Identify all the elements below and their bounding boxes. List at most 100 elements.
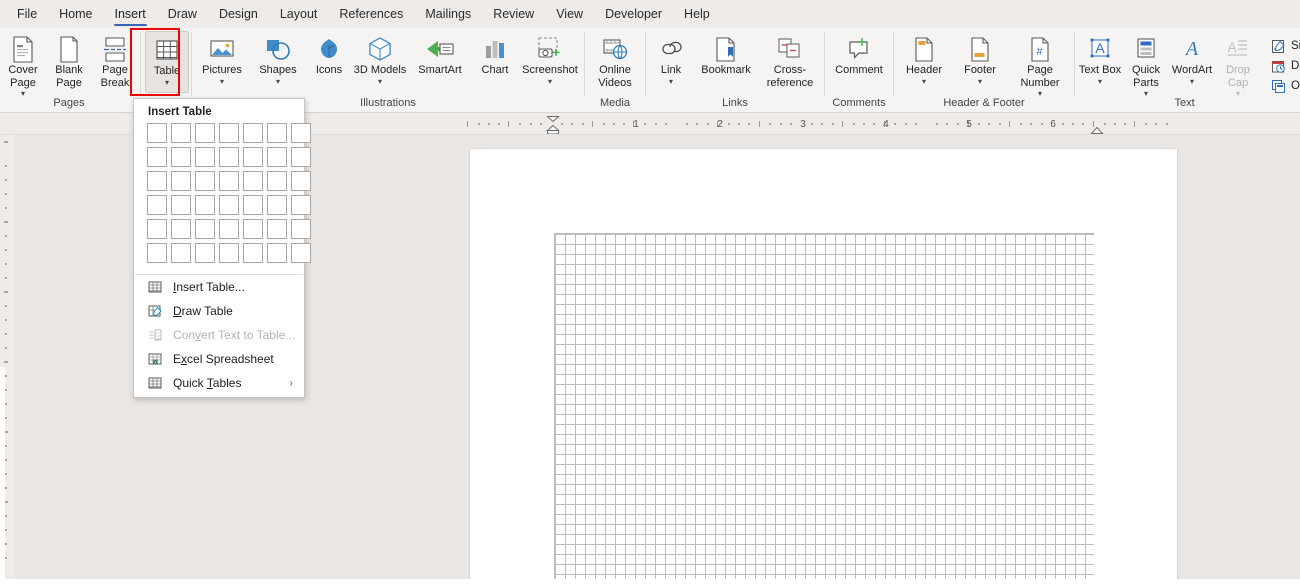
grid-cell[interactable] xyxy=(219,195,239,215)
chevron-down-icon[interactable]: ▾ xyxy=(548,77,552,87)
grid-cell[interactable] xyxy=(219,147,239,167)
tab-design[interactable]: Design xyxy=(208,0,269,28)
3d-models-button[interactable]: 3D Models ▾ xyxy=(352,31,408,93)
blank-page-button[interactable]: Blank Page xyxy=(46,31,92,93)
quick-parts-button[interactable]: Quick Parts ▾ xyxy=(1123,31,1169,99)
grid-cell[interactable] xyxy=(219,123,239,143)
grid-cell[interactable] xyxy=(243,219,263,239)
tab-review[interactable]: Review xyxy=(482,0,545,28)
chevron-down-icon[interactable]: ▾ xyxy=(669,77,673,87)
page-number-button[interactable]: # Page Number ▾ xyxy=(1008,31,1072,99)
grid-cell[interactable] xyxy=(291,243,311,263)
grid-cell[interactable] xyxy=(147,147,167,167)
header-button[interactable]: Header ▾ xyxy=(896,31,952,93)
wordart-button[interactable]: A WordArt ▾ xyxy=(1169,31,1215,93)
grid-cell[interactable] xyxy=(219,243,239,263)
chevron-down-icon[interactable]: ▾ xyxy=(1098,77,1102,87)
chevron-down-icon[interactable]: ▾ xyxy=(165,78,169,88)
cover-page-button[interactable]: Cover Page ▾ xyxy=(0,31,46,99)
tab-insert[interactable]: Insert xyxy=(104,0,157,28)
chevron-down-icon[interactable]: ▾ xyxy=(922,77,926,87)
menu-item-convert-text-to-table[interactable]: Convert Text to Table... xyxy=(134,323,304,347)
tab-references[interactable]: References xyxy=(328,0,414,28)
grid-cell[interactable] xyxy=(291,123,311,143)
grid-cell[interactable] xyxy=(243,123,263,143)
grid-cell[interactable] xyxy=(243,195,263,215)
chevron-down-icon[interactable]: ▾ xyxy=(978,77,982,87)
grid-cell[interactable] xyxy=(243,171,263,191)
menu-item-label: Quick Tables xyxy=(173,376,242,390)
menu-item-quick-tables[interactable]: Quick Tables › xyxy=(134,371,304,395)
table-button[interactable]: Table ▾ xyxy=(145,31,189,93)
grid-cell[interactable] xyxy=(147,123,167,143)
grid-cell[interactable] xyxy=(147,219,167,239)
grid-cell[interactable] xyxy=(219,219,239,239)
link-button[interactable]: Link ▾ xyxy=(648,31,694,93)
shapes-button[interactable]: Shapes ▾ xyxy=(250,31,306,93)
document-table-grid[interactable] xyxy=(554,233,1094,579)
comment-button[interactable]: Comment xyxy=(827,31,891,93)
grid-cell[interactable] xyxy=(219,171,239,191)
object-button[interactable]: Object ▾ xyxy=(1267,76,1300,96)
grid-cell[interactable] xyxy=(171,243,191,263)
grid-cell[interactable] xyxy=(195,243,215,263)
grid-cell[interactable] xyxy=(291,219,311,239)
insert-table-dropdown[interactable]: Insert Table Insert Table... Draw Table xyxy=(133,98,311,398)
smartart-button[interactable]: SmartArt xyxy=(408,31,472,93)
grid-cell[interactable] xyxy=(243,147,263,167)
tab-home[interactable]: Home xyxy=(48,0,103,28)
grid-cell[interactable] xyxy=(267,123,287,143)
grid-cell[interactable] xyxy=(267,243,287,263)
grid-cell[interactable] xyxy=(195,147,215,167)
tab-help[interactable]: Help xyxy=(673,0,721,28)
footer-button[interactable]: Footer ▾ xyxy=(952,31,1008,93)
grid-cell[interactable] xyxy=(267,171,287,191)
chevron-down-icon[interactable]: ▾ xyxy=(276,77,280,87)
menu-item-insert-table[interactable]: Insert Table... xyxy=(134,275,304,299)
grid-cell[interactable] xyxy=(195,123,215,143)
grid-cell[interactable] xyxy=(267,219,287,239)
menu-item-excel-spreadsheet[interactable]: X Excel Spreadsheet xyxy=(134,347,304,371)
screenshot-button[interactable]: Screenshot ▾ xyxy=(518,31,582,93)
grid-cell[interactable] xyxy=(243,243,263,263)
tab-view[interactable]: View xyxy=(545,0,594,28)
bookmark-button[interactable]: Bookmark xyxy=(694,31,758,93)
grid-cell[interactable] xyxy=(195,171,215,191)
grid-cell[interactable] xyxy=(147,171,167,191)
grid-cell[interactable] xyxy=(147,195,167,215)
icons-button[interactable]: Icons xyxy=(306,31,352,93)
grid-cell[interactable] xyxy=(147,243,167,263)
tab-file[interactable]: File xyxy=(6,0,48,28)
cross-reference-button[interactable]: Cross-reference xyxy=(758,31,822,93)
pictures-button[interactable]: Pictures ▾ xyxy=(194,31,250,93)
grid-cell[interactable] xyxy=(171,171,191,191)
document-page[interactable] xyxy=(470,149,1177,579)
signature-line-button[interactable]: Signature Line ▾ xyxy=(1267,36,1300,56)
grid-cell[interactable] xyxy=(171,147,191,167)
tab-layout[interactable]: Layout xyxy=(269,0,329,28)
online-videos-button[interactable]: Online Videos xyxy=(587,31,643,93)
grid-cell[interactable] xyxy=(267,195,287,215)
grid-cell[interactable] xyxy=(291,195,311,215)
grid-cell[interactable] xyxy=(267,147,287,167)
tab-mailings[interactable]: Mailings xyxy=(414,0,482,28)
grid-cell[interactable] xyxy=(171,195,191,215)
page-break-button[interactable]: Page Break xyxy=(92,31,138,93)
text-box-button[interactable]: A Text Box ▾ xyxy=(1077,31,1123,93)
grid-cell[interactable] xyxy=(291,171,311,191)
chevron-down-icon[interactable]: ▾ xyxy=(220,77,224,87)
drop-cap-button[interactable]: A Drop Cap ▾ xyxy=(1215,31,1261,99)
grid-cell[interactable] xyxy=(171,123,191,143)
tab-developer[interactable]: Developer xyxy=(594,0,673,28)
table-size-picker[interactable] xyxy=(134,123,311,263)
chevron-down-icon[interactable]: ▾ xyxy=(1190,77,1194,87)
date-time-button[interactable]: Date & Time xyxy=(1267,56,1300,76)
tab-draw[interactable]: Draw xyxy=(157,0,208,28)
chevron-down-icon[interactable]: ▾ xyxy=(378,77,382,87)
grid-cell[interactable] xyxy=(195,219,215,239)
menu-item-draw-table[interactable]: Draw Table xyxy=(134,299,304,323)
chart-button[interactable]: Chart xyxy=(472,31,518,93)
grid-cell[interactable] xyxy=(171,219,191,239)
grid-cell[interactable] xyxy=(291,147,311,167)
grid-cell[interactable] xyxy=(195,195,215,215)
